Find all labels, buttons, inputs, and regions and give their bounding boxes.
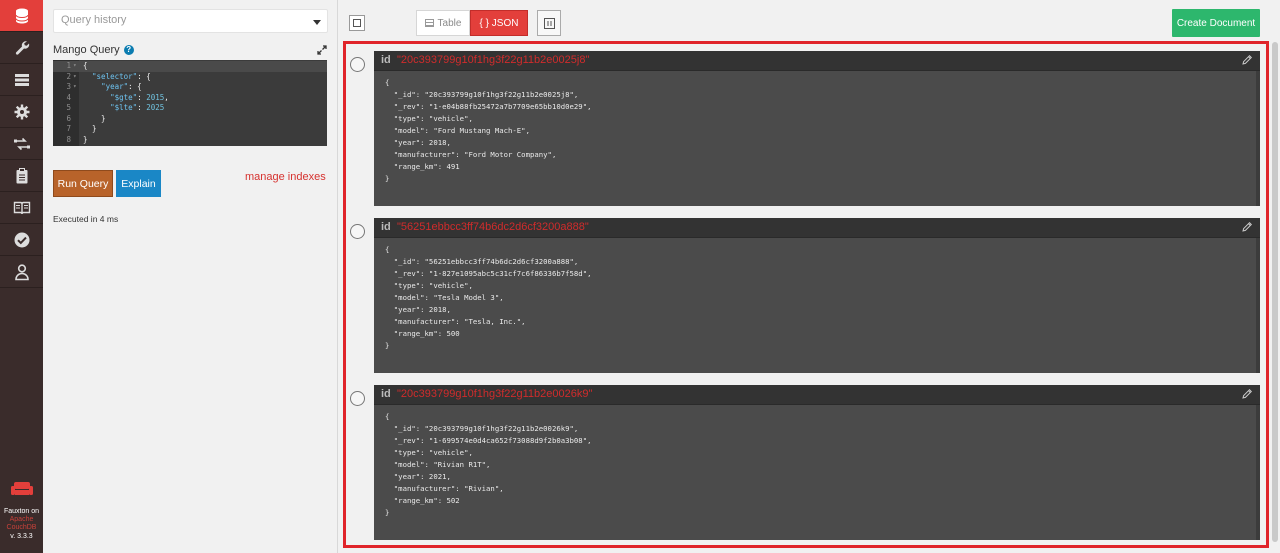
editor-line: 8} <box>53 135 327 146</box>
code-text: } <box>83 134 88 144</box>
nav-setup[interactable] <box>0 32 43 64</box>
results-area: Table { } JSON Create Document id "20c393… <box>339 0 1280 553</box>
document-id-label: id <box>381 388 391 400</box>
document-select-checkbox[interactable] <box>350 391 365 406</box>
tasks-icon <box>14 73 29 86</box>
document-id-label: id <box>381 54 391 66</box>
line-number: 5 <box>66 103 71 112</box>
document-id-label: id <box>381 221 391 233</box>
line-number: 3 <box>66 82 71 91</box>
pencil-icon[interactable] <box>1241 388 1253 400</box>
editor-line: 6 } <box>53 114 327 125</box>
document-card[interactable]: id "20c393799g10f1hg3f22g11b2e0025j8" { "_… <box>374 51 1260 206</box>
help-icon[interactable]: ? <box>123 45 134 55</box>
document-card[interactable]: id "20c393799g10f1hg3f22g11b2e0026k9" { "_… <box>374 385 1260 540</box>
document-json: { "_id": "20c393799g10f1hg3f22g11b2e0026… <box>385 412 592 517</box>
line-number: 8 <box>66 134 71 144</box>
code-text: "$gte": 2015, <box>110 92 169 102</box>
document-json: { "_id": "56251ebbcc3ff74b6dc2d6cf3200a8… <box>385 245 592 350</box>
chevron-down-icon <box>313 20 321 25</box>
gear-icon <box>14 104 29 119</box>
code-text: "year": { <box>101 82 142 91</box>
replication-icon <box>13 137 30 150</box>
mango-query-title: Mango Query ? <box>53 44 134 56</box>
nav-documentation[interactable] <box>0 192 43 224</box>
line-number: 4 <box>66 92 71 102</box>
clipboard-icon <box>16 167 27 183</box>
nav-logs[interactable] <box>0 160 43 192</box>
nav-user[interactable] <box>0 256 43 288</box>
check-circle-icon <box>14 232 29 247</box>
document-select-checkbox[interactable] <box>350 57 365 72</box>
line-number: 2 <box>66 71 71 81</box>
editor-line: 1 ▾ { <box>53 61 327 72</box>
explain-button[interactable]: Explain <box>116 170 161 197</box>
execution-time: Executed in 4 ms <box>53 214 119 224</box>
json-view-button[interactable]: { } JSON <box>470 10 528 36</box>
code-text: "selector": { <box>92 71 151 81</box>
pencil-icon[interactable] <box>1241 221 1253 233</box>
view-toggle: Table { } JSON <box>416 10 528 36</box>
footer-fauxton-on: Fauxton on <box>3 508 40 515</box>
user-icon <box>14 263 29 280</box>
pencil-icon[interactable] <box>1241 54 1253 66</box>
table-view-button[interactable]: Table <box>416 10 470 36</box>
document-header: id "56251ebbcc3ff74b6dc2d6cf3200a888" <box>374 218 1260 238</box>
line-number: 1 <box>66 61 71 70</box>
wrench-icon <box>15 40 29 55</box>
query-panel: Query history Mango Query ? 1 ▾{2 ▾ "selec… <box>43 0 338 553</box>
footer-version: v. 3.3.3 <box>10 533 33 540</box>
document-header: id "20c393799g10f1hg3f22g11b2e0026k9" <box>374 385 1260 405</box>
page-scrollbar[interactable] <box>1272 42 1278 542</box>
couchdb-logo-icon <box>10 482 33 495</box>
table-icon <box>424 19 434 27</box>
nav-config[interactable] <box>0 96 43 128</box>
columns-icon <box>543 17 555 29</box>
document-scrollbar[interactable] <box>1256 71 1260 206</box>
line-number: 6 <box>66 113 71 123</box>
nav-replication[interactable] <box>0 128 43 160</box>
document-card[interactable]: id "56251ebbcc3ff74b6dc2d6cf3200a888" { "_… <box>374 218 1260 373</box>
document-id: "20c393799g10f1hg3f22g11b2e0025j8" <box>397 54 590 66</box>
select-all-checkbox[interactable] <box>349 15 365 31</box>
query-editor[interactable]: 1 ▾{2 ▾ "selector": {3 ▾ "year": {4 "$gte":… <box>53 60 327 146</box>
nav-verify[interactable] <box>0 224 43 256</box>
fold-marker[interactable]: ▾ <box>73 82 77 93</box>
nav-footer: Fauxton on Apache CouchDB v. 3.3.3 <box>0 480 43 541</box>
editor-line: 3 ▾ "year": { <box>53 82 327 93</box>
document-scrollbar[interactable] <box>1256 405 1260 540</box>
line-number: 7 <box>66 124 71 133</box>
footer-couchdb-link[interactable]: CouchDB <box>0 524 43 532</box>
footer-apache-link[interactable]: Apache <box>0 516 43 524</box>
nav-active-tasks[interactable] <box>0 64 43 96</box>
expand-editor-icon[interactable] <box>317 45 327 55</box>
code-text: } <box>83 124 97 133</box>
manage-indexes-link[interactable]: manage indexes <box>245 171 326 183</box>
database-icon <box>15 8 28 23</box>
document-id: "56251ebbcc3ff74b6dc2d6cf3200a888" <box>397 221 589 233</box>
main-nav: Fauxton on Apache CouchDB v. 3.3.3 <box>0 0 43 553</box>
editor-line: 7 } <box>53 124 327 135</box>
nav-databases[interactable] <box>0 0 43 32</box>
fold-marker[interactable]: ▾ <box>73 61 77 72</box>
document-header: id "20c393799g10f1hg3f22g11b2e0025j8" <box>374 51 1260 71</box>
editor-line: 5 "$lte": 2025 <box>53 103 327 114</box>
document-scrollbar[interactable] <box>1256 238 1260 373</box>
document-select-checkbox[interactable] <box>350 224 365 239</box>
code-text: "$lte": 2025 <box>110 103 165 112</box>
editor-line: 2 ▾ "selector": { <box>53 72 327 83</box>
query-history-select[interactable]: Query history <box>53 9 328 33</box>
code-text: } <box>83 113 106 123</box>
document-json: { "_id": "20c393799g10f1hg3f22g11b2e0025… <box>385 78 592 183</box>
fold-marker[interactable]: ▾ <box>73 72 77 83</box>
toggle-columns-button[interactable] <box>537 10 561 36</box>
create-document-button[interactable]: Create Document <box>1172 9 1260 37</box>
documents-list: id "20c393799g10f1hg3f22g11b2e0025j8" { "_… <box>343 41 1269 548</box>
document-id: "20c393799g10f1hg3f22g11b2e0026k9" <box>397 388 593 400</box>
run-query-button[interactable]: Run Query <box>53 170 113 197</box>
query-history-placeholder: Query history <box>61 14 127 26</box>
book-icon <box>13 201 30 214</box>
editor-line: 4 "$gte": 2015, <box>53 93 327 104</box>
code-text: { <box>83 61 88 70</box>
